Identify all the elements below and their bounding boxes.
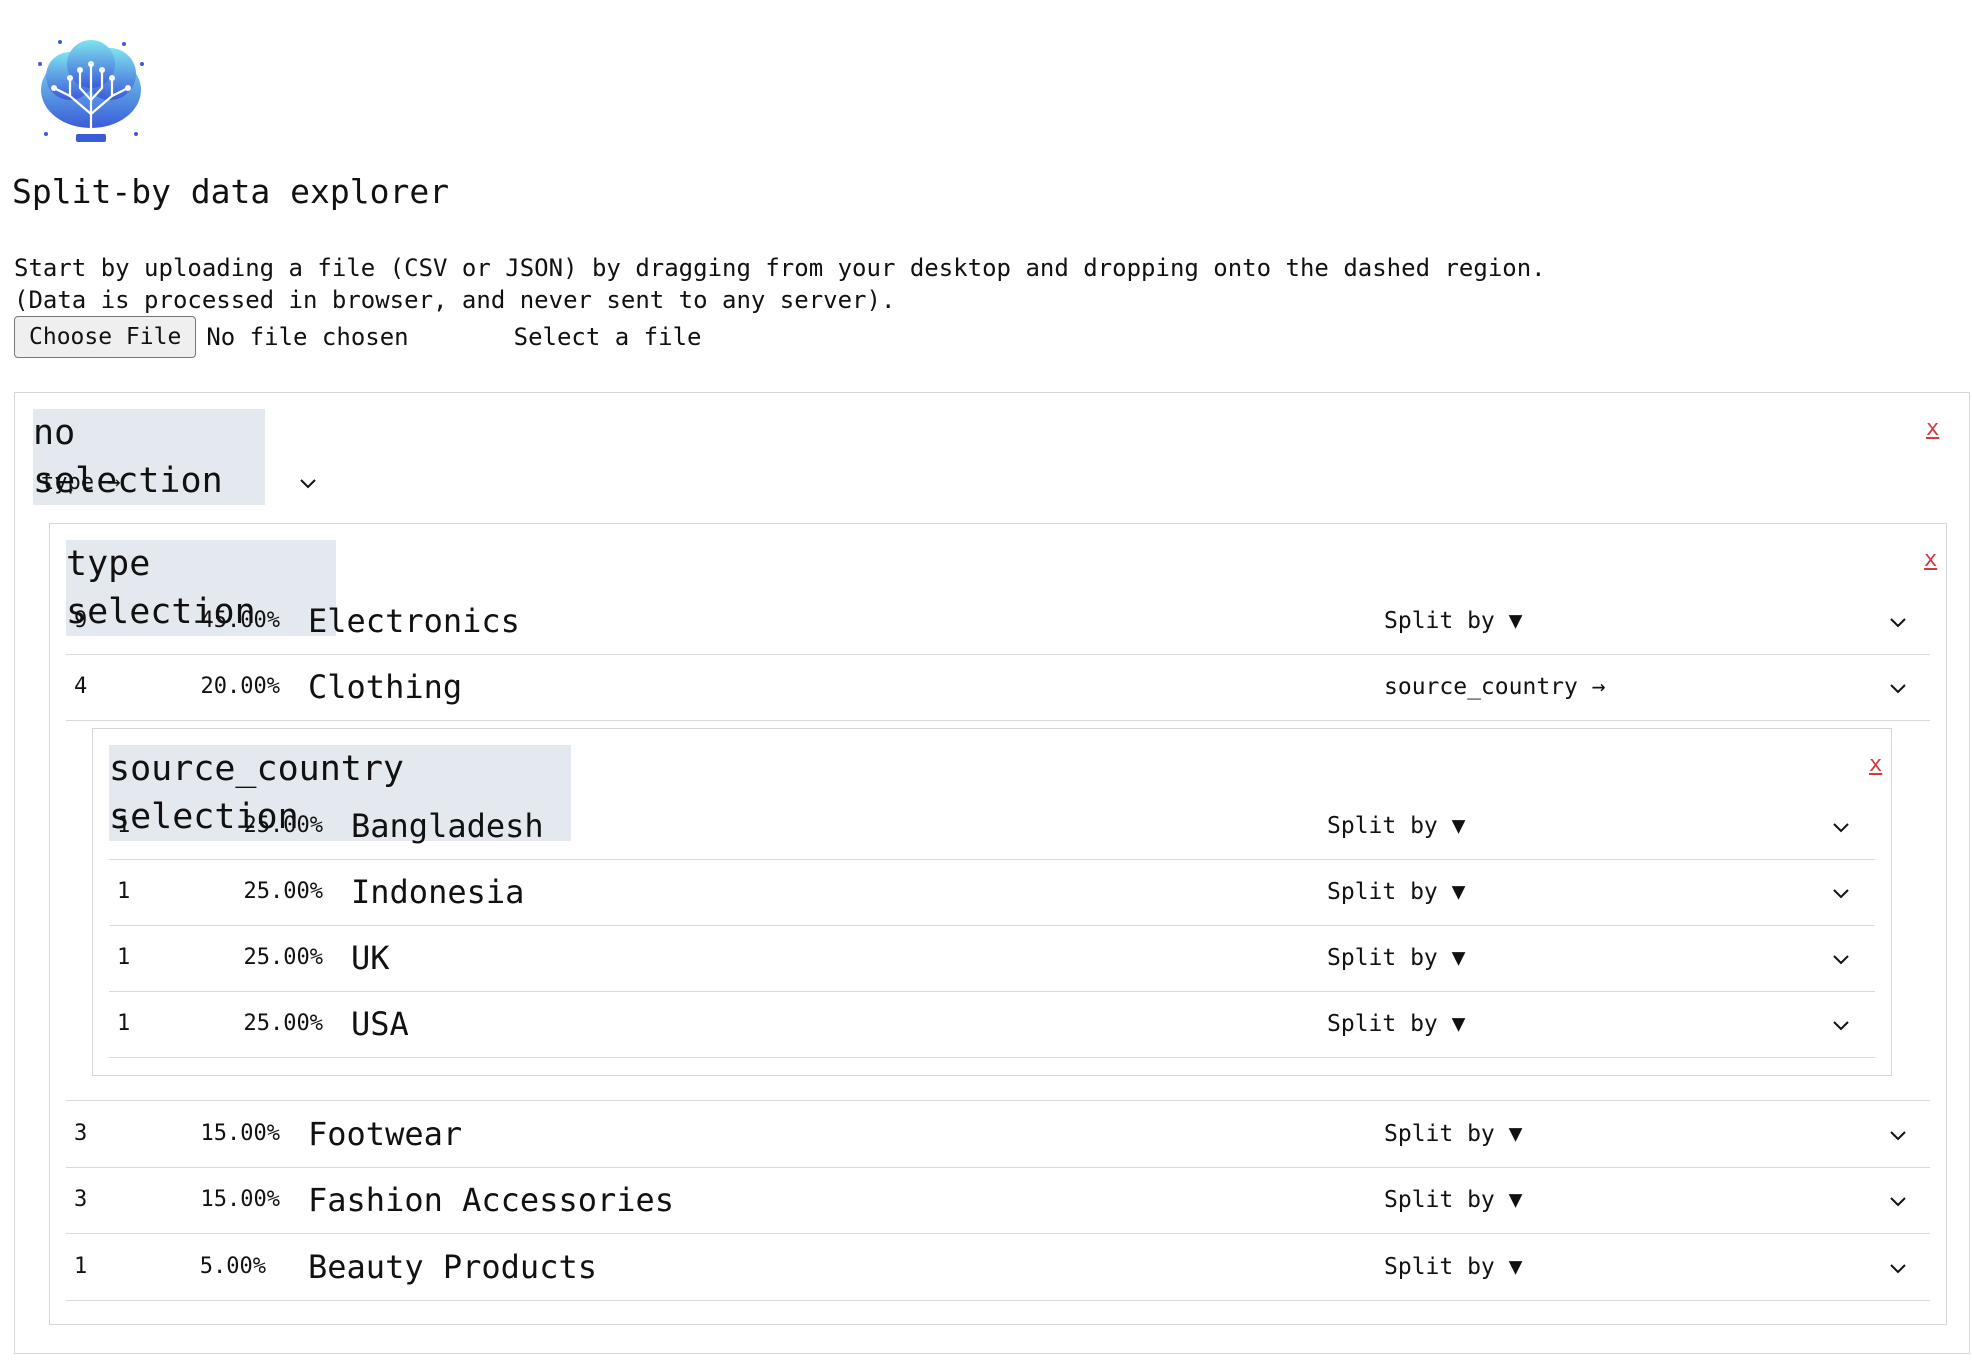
type-row-fashion-accessories[interactable]: 3 15.00% Fashion Accessories Split by ▼ [66, 1167, 1930, 1234]
country-row-bangladesh[interactable]: 1 25.00% Bangladesh Split by ▼ [109, 793, 1875, 860]
chevron-down-icon[interactable] [1888, 612, 1908, 632]
row-count: 4 [74, 674, 88, 699]
intro-line-2: (Data is processed in browser, and never… [14, 286, 896, 314]
row-percent: 45.00% [200, 608, 280, 633]
country-row-indonesia[interactable]: 1 25.00% Indonesia Split by ▼ [109, 859, 1875, 926]
split-by-dropdown[interactable]: Split by ▼ [1327, 925, 1465, 991]
chevron-down-icon[interactable] [1888, 1125, 1908, 1145]
country-row-uk[interactable]: 1 25.00% UK Split by ▼ [109, 925, 1875, 992]
chevron-down-icon[interactable] [1888, 1258, 1908, 1278]
page-title: Split-by data explorer [12, 172, 450, 211]
source-country-panel: source_country selection x 1 25.00% Bang… [92, 728, 1892, 1076]
row-label: Footwear [308, 1115, 463, 1153]
row-count: 1 [117, 813, 131, 838]
root-split-selector[interactable]: type → [41, 469, 317, 497]
chevron-down-icon[interactable] [1831, 817, 1851, 837]
split-by-dropdown[interactable]: Split by ▼ [1327, 793, 1465, 859]
row-label: Beauty Products [308, 1248, 597, 1286]
intro-line-1: Start by uploading a file (CSV or JSON) … [14, 254, 1546, 282]
split-by-dropdown[interactable]: Split by ▼ [1327, 859, 1465, 925]
split-by-dropdown[interactable]: Split by ▼ [1327, 991, 1465, 1057]
root-panel: no selection x type → type selection x 9… [14, 392, 1970, 1354]
row-percent: 25.00% [243, 813, 323, 838]
chevron-down-icon [300, 479, 316, 489]
row-label: UK [351, 939, 390, 977]
row-count: 1 [74, 1254, 88, 1279]
row-count: 1 [117, 1011, 131, 1036]
country-row-usa[interactable]: 1 25.00% USA Split by ▼ [109, 991, 1875, 1058]
row-label: Indonesia [351, 873, 525, 911]
type-row-clothing[interactable]: 4 20.00% Clothing source_country → [66, 654, 1930, 721]
type-row-footwear[interactable]: 3 15.00% Footwear Split by ▼ [66, 1100, 1930, 1168]
row-percent: 25.00% [243, 945, 323, 970]
type-panel-close-button[interactable]: x [1924, 548, 1937, 572]
tree-cloud-logo-icon [38, 40, 144, 144]
type-panel: type selection x 9 45.00% Electronics Sp… [49, 523, 1947, 1325]
row-percent: 25.00% [243, 879, 323, 904]
row-count: 3 [74, 1187, 88, 1212]
row-percent: 20.00% [200, 674, 280, 699]
row-label: Clothing [308, 668, 463, 706]
split-by-dropdown[interactable]: Split by ▼ [1384, 1167, 1522, 1233]
type-row-electronics[interactable]: 9 45.00% Electronics Split by ▼ [66, 588, 1930, 655]
chevron-down-icon[interactable] [1831, 883, 1851, 903]
root-panel-close-button[interactable]: x [1926, 417, 1939, 441]
source-country-panel-close-button[interactable]: x [1869, 753, 1882, 777]
chevron-down-icon[interactable] [1888, 678, 1908, 698]
row-percent: 15.00% [200, 1187, 280, 1212]
row-count: 1 [117, 879, 131, 904]
split-by-dropdown[interactable]: Split by ▼ [1384, 588, 1522, 654]
split-by-dropdown[interactable]: source_country → [1384, 654, 1606, 720]
row-label: Bangladesh [351, 807, 544, 845]
split-by-dropdown[interactable]: Split by ▼ [1384, 1234, 1522, 1300]
row-count: 1 [117, 945, 131, 970]
type-row-beauty-products[interactable]: 1 5.00% Beauty Products Split by ▼ [66, 1234, 1930, 1301]
row-percent: 15.00% [200, 1121, 280, 1146]
row-label: Fashion Accessories [308, 1181, 675, 1219]
root-split-selector-label: type → [41, 470, 121, 495]
select-file-text: Select a file [513, 323, 702, 351]
row-label: USA [351, 1005, 409, 1043]
row-count: 3 [74, 1121, 88, 1146]
choose-file-button[interactable]: Choose File [14, 316, 197, 358]
split-by-dropdown[interactable]: Split by ▼ [1384, 1101, 1522, 1167]
row-percent: 5.00% [199, 1254, 266, 1279]
chevron-down-icon[interactable] [1888, 1191, 1908, 1211]
file-upload-row: Choose File No file chosen Select a file [14, 316, 701, 358]
no-file-chosen-text: No file chosen [206, 323, 409, 351]
row-count: 9 [74, 608, 88, 633]
intro-text: Start by uploading a file (CSV or JSON) … [14, 252, 1546, 316]
chevron-down-icon[interactable] [1831, 1015, 1851, 1035]
row-label: Electronics [308, 602, 520, 640]
chevron-down-icon[interactable] [1831, 949, 1851, 969]
row-percent: 25.00% [243, 1011, 323, 1036]
